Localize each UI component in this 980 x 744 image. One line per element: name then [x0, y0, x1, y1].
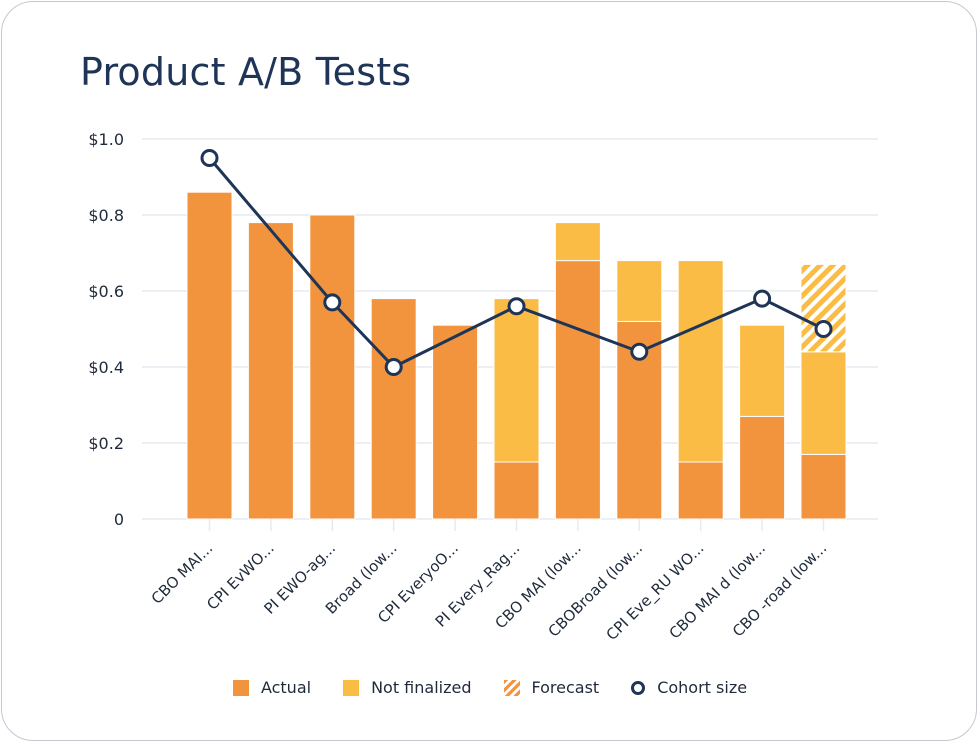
bar-not-finalized[interactable] [493, 298, 540, 463]
legend-label: Cohort size [657, 678, 748, 697]
legend-item-forecast[interactable]: Forecast [503, 678, 600, 697]
x-axis: CBO MAI...CPI EvWO...PI EWO-ag...Broad (… [148, 519, 830, 645]
cohort-point[interactable] [630, 342, 649, 361]
bar-actual[interactable] [370, 298, 417, 520]
cohort-point[interactable] [814, 320, 833, 338]
y-tick-label: 0 [114, 510, 124, 529]
bar-not-finalized[interactable] [800, 351, 847, 455]
y-axis: 0 $0.2 $0.4 $0.6 $0.8 $1.0 [88, 130, 124, 529]
y-tick-label: $0.6 [88, 282, 124, 301]
cohort-point[interactable] [384, 358, 403, 376]
y-tick-label: $0.4 [88, 358, 124, 377]
bar-actual[interactable] [309, 214, 356, 520]
legend: Actual Not finalized Forecast Cohort siz… [0, 678, 980, 697]
bar-actual[interactable] [554, 260, 601, 520]
circle-marker-icon [631, 680, 646, 695]
forecast-hatch-icon [503, 679, 520, 696]
y-tick-label: $0.2 [88, 434, 124, 453]
legend-label: Not finalized [371, 678, 472, 697]
cohort-point[interactable] [507, 297, 526, 316]
bars [186, 191, 847, 520]
bar-actual[interactable] [432, 324, 479, 520]
bar-actual[interactable] [800, 453, 847, 520]
bar-not-finalized[interactable] [739, 324, 786, 417]
bar-actual[interactable] [677, 461, 724, 520]
y-tick-label: $1.0 [88, 130, 124, 149]
bar-actual[interactable] [739, 415, 786, 520]
y-tick-label: $0.8 [88, 206, 124, 225]
bar-actual[interactable] [186, 191, 233, 520]
bar-actual[interactable] [493, 461, 540, 520]
chart-svg: 0 $0.2 $0.4 $0.6 $0.8 $1.0 CBO MAI...CPI EvWO… [88, 130, 878, 645]
actual-swatch-icon [232, 679, 249, 696]
legend-item-cohort-size[interactable]: Cohort size [631, 678, 747, 697]
cohort-point[interactable] [200, 149, 219, 167]
bar-not-finalized[interactable] [677, 260, 724, 463]
bar-not-finalized[interactable] [554, 222, 601, 262]
not-finalized-swatch-icon [343, 679, 360, 696]
legend-label: Actual [260, 678, 312, 697]
cohort-point[interactable] [753, 289, 772, 308]
bar-forecast[interactable] [800, 263, 847, 353]
legend-item-not-finalized[interactable]: Not finalized [343, 678, 472, 697]
bar-actual[interactable] [247, 222, 294, 520]
cohort-point[interactable] [323, 293, 342, 312]
legend-label: Forecast [531, 678, 600, 697]
legend-item-actual[interactable]: Actual [232, 678, 312, 697]
bar-not-finalized[interactable] [616, 260, 663, 322]
